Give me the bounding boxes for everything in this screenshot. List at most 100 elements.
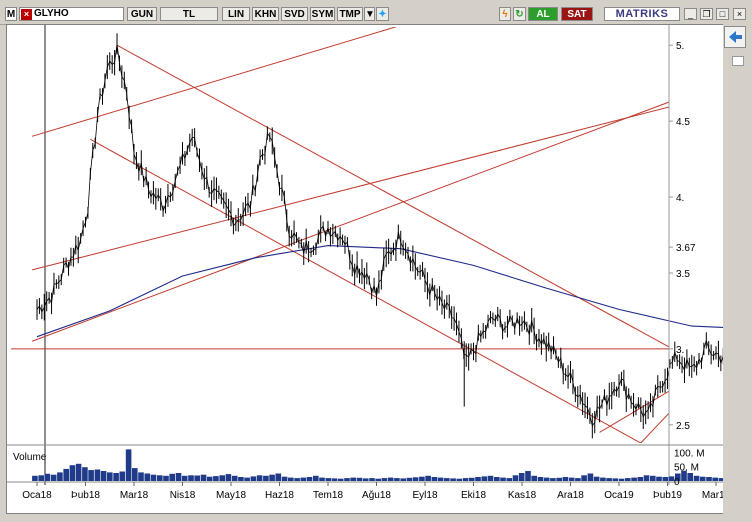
volume-bar — [144, 473, 151, 481]
volume-bar — [687, 473, 693, 481]
y-tick-label: 5. — [676, 41, 684, 52]
volume-bar — [556, 477, 562, 481]
volume-tick-label: 100. M — [674, 448, 705, 459]
restore-icon[interactable]: ❐ — [700, 8, 713, 20]
x-tick-label: Ara18 — [557, 490, 584, 501]
x-tick-label: Haz18 — [265, 490, 294, 501]
volume-bar — [44, 473, 51, 481]
template-button[interactable]: TMP — [337, 7, 363, 21]
volume-bar — [543, 477, 550, 481]
volume-bar — [163, 475, 169, 481]
moving-average-line — [36, 245, 752, 338]
price-chart[interactable]: 5. 4.5 4. 3.67 3.5 3. 2.5 Volume 100. M 50. M 0 O… — [7, 25, 752, 513]
lightning-icon[interactable]: ϟ — [499, 7, 511, 21]
volume-bar — [300, 477, 307, 481]
volume-bar — [94, 469, 101, 481]
volume-bar — [606, 478, 612, 481]
volume-bar — [250, 476, 257, 481]
volume-bar — [319, 477, 325, 481]
svd-button[interactable]: SVD — [281, 7, 308, 21]
maximize-icon[interactable]: □ — [716, 8, 729, 20]
khn-button[interactable]: KHN — [252, 7, 279, 21]
volume-bar — [206, 476, 213, 481]
volume-bar — [306, 477, 313, 481]
menu-button[interactable]: M — [5, 7, 17, 21]
y-tick-label: 3.5 — [676, 269, 690, 280]
volume-bar — [82, 467, 88, 481]
currency-button[interactable]: TL — [160, 7, 218, 21]
volume-bar — [107, 472, 113, 481]
close-window-icon[interactable]: × — [733, 8, 746, 20]
x-tick-label: Þub18 — [71, 490, 100, 501]
volume-bar — [437, 477, 444, 481]
volume-bar — [618, 478, 625, 481]
close-icon[interactable]: × — [21, 9, 32, 20]
volume-bar — [256, 475, 263, 481]
brand-logo: MATRIKS — [604, 7, 680, 21]
volume-bar — [263, 475, 269, 481]
volume-bar — [581, 475, 587, 481]
volume-bar — [387, 477, 394, 481]
sell-button[interactable]: SAT — [561, 7, 593, 21]
x-tick-label: Mar19 — [702, 490, 723, 501]
volume-bar — [69, 465, 76, 481]
volume-tick-label: 0 — [674, 477, 680, 488]
volume-bar — [450, 478, 456, 481]
volume-bar — [643, 475, 650, 481]
volume-bar — [100, 471, 107, 481]
volume-bar — [331, 478, 338, 481]
scroll-up-icon[interactable] — [732, 56, 744, 66]
volume-bar — [469, 477, 475, 481]
volume-bar — [500, 477, 506, 481]
sym-button[interactable]: SYM — [310, 7, 335, 21]
volume-bar — [699, 476, 706, 481]
x-tick-label: May18 — [216, 490, 246, 501]
y-tick-label: 4.5 — [676, 117, 690, 128]
symbol-label: GLYHO — [34, 8, 69, 19]
symbol-field[interactable]: × GLYHO — [19, 7, 124, 21]
vertical-scrollbar[interactable] — [732, 56, 744, 506]
volume-bar — [344, 478, 350, 481]
twitter-icon[interactable]: ✦ — [376, 7, 389, 21]
buy-button[interactable]: AL — [528, 7, 558, 21]
chart-area[interactable]: 5. 4.5 4. 3.67 3.5 3. 2.5 Volume 100. M 50. M 0 O… — [6, 24, 752, 514]
refresh-icon[interactable]: ↻ — [513, 7, 526, 21]
period-button[interactable]: GUN — [127, 7, 157, 21]
volume-bar — [412, 477, 419, 481]
chart-toolbar: M × GLYHO GUN TL LIN KHN SVD SYM TMP ▼ ✦ … — [0, 0, 752, 25]
volume-bar — [138, 472, 144, 481]
volume-bar — [444, 478, 450, 481]
volume-bar — [712, 477, 718, 481]
volume-bar — [625, 478, 631, 481]
price-line — [36, 43, 752, 427]
volume-bar — [337, 478, 344, 481]
volume-bar — [593, 476, 600, 481]
volume-bar — [32, 475, 38, 481]
linear-button[interactable]: LIN — [222, 7, 250, 21]
minimize-icon[interactable]: _ — [684, 8, 697, 20]
collapse-arrow-button[interactable] — [724, 26, 746, 48]
volume-bar — [38, 475, 44, 481]
volume-bar — [431, 477, 438, 481]
x-tick-label: Ağu18 — [362, 490, 391, 501]
trend-line-1 — [32, 106, 669, 271]
volume-bar — [575, 478, 581, 481]
volume-bar — [637, 477, 644, 481]
volume-bar — [219, 475, 225, 481]
volume-label: Volume — [13, 452, 47, 463]
dropdown-icon[interactable]: ▼ — [364, 7, 375, 21]
volume-bar — [537, 477, 544, 481]
trend-line-0 — [32, 27, 398, 137]
volume-bar — [325, 478, 332, 481]
y-tick-label: 3. — [676, 345, 684, 356]
volume-bar — [132, 468, 138, 481]
volume-bar — [244, 477, 250, 481]
volume-bar — [125, 449, 132, 481]
volume-bar — [662, 477, 669, 481]
volume-bar — [506, 478, 513, 481]
volume-bar — [350, 477, 356, 481]
volume-bar — [381, 478, 388, 481]
volume-bar — [494, 477, 500, 481]
volume-bar — [275, 473, 282, 481]
x-tick-label: Þub19 — [653, 490, 682, 501]
